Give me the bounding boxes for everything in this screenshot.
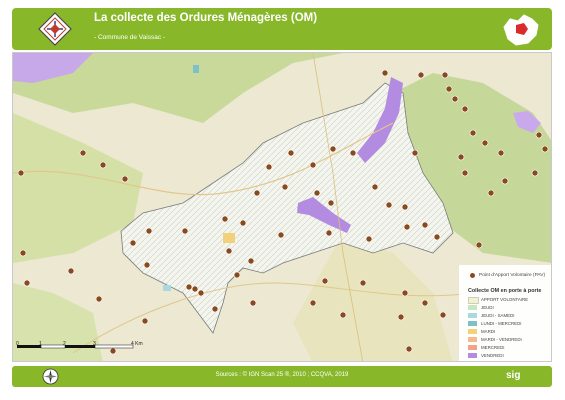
legend-item: LUNDI - MERCREDI bbox=[468, 321, 548, 328]
scale-bar: 0 1 2 3 4 Km bbox=[16, 341, 157, 361]
legend-swatch bbox=[468, 345, 477, 350]
legend-swatch bbox=[468, 321, 477, 326]
scale-tick: 2 bbox=[63, 341, 66, 347]
legend-swatch bbox=[468, 313, 477, 318]
legend-item: JEUDI - SAMEDI bbox=[468, 313, 548, 320]
scale-tick: 3 bbox=[93, 341, 96, 347]
legend-item: JEUDI bbox=[468, 305, 548, 312]
scale-tick: 1 bbox=[39, 341, 42, 347]
legend-item: APPORT VOLONTAIRE bbox=[468, 297, 548, 304]
legend-title: Collecte OM en porte à porte bbox=[468, 288, 542, 294]
locator-map bbox=[503, 14, 539, 46]
legend-swatch bbox=[468, 297, 479, 304]
legend-item: VENDREDI bbox=[468, 353, 548, 360]
legend-item: MARDI bbox=[468, 329, 548, 336]
legend-item: MERCREDI bbox=[468, 345, 548, 352]
footer-banner: Sources : © IGN Scan 25 ®, 2010 ; CCQVA,… bbox=[12, 366, 552, 387]
page-title: La collecte des Ordures Ménagères (OM) bbox=[94, 12, 318, 24]
map-legend: Point d'Apport Volontaire (PAV) Collecte… bbox=[459, 265, 551, 361]
legend-swatch bbox=[468, 329, 477, 334]
legend-swatch bbox=[468, 305, 477, 310]
brand-logo: sig bbox=[506, 370, 521, 381]
header-banner: La collecte des Ordures Ménagères (OM) -… bbox=[12, 8, 552, 50]
pav-legend-label: Point d'Apport Volontaire (PAV) bbox=[479, 273, 546, 278]
scale-tick: 0 bbox=[16, 341, 19, 347]
pav-legend-icon bbox=[470, 273, 475, 278]
legend-item: MARDI - VENDREDI bbox=[468, 337, 548, 344]
department-logo bbox=[38, 12, 72, 46]
legend-swatch bbox=[468, 353, 477, 358]
legend-swatch bbox=[468, 337, 477, 342]
map-area[interactable]: 0 1 2 3 4 Km Point d'Apport Volontaire (… bbox=[12, 52, 552, 362]
map-sources: Sources : © IGN Scan 25 ®, 2010 ; CCQVA,… bbox=[215, 372, 349, 378]
page-subtitle: - Commune de Vaissac - bbox=[94, 34, 166, 41]
scale-tick: 4 Km bbox=[131, 341, 143, 347]
